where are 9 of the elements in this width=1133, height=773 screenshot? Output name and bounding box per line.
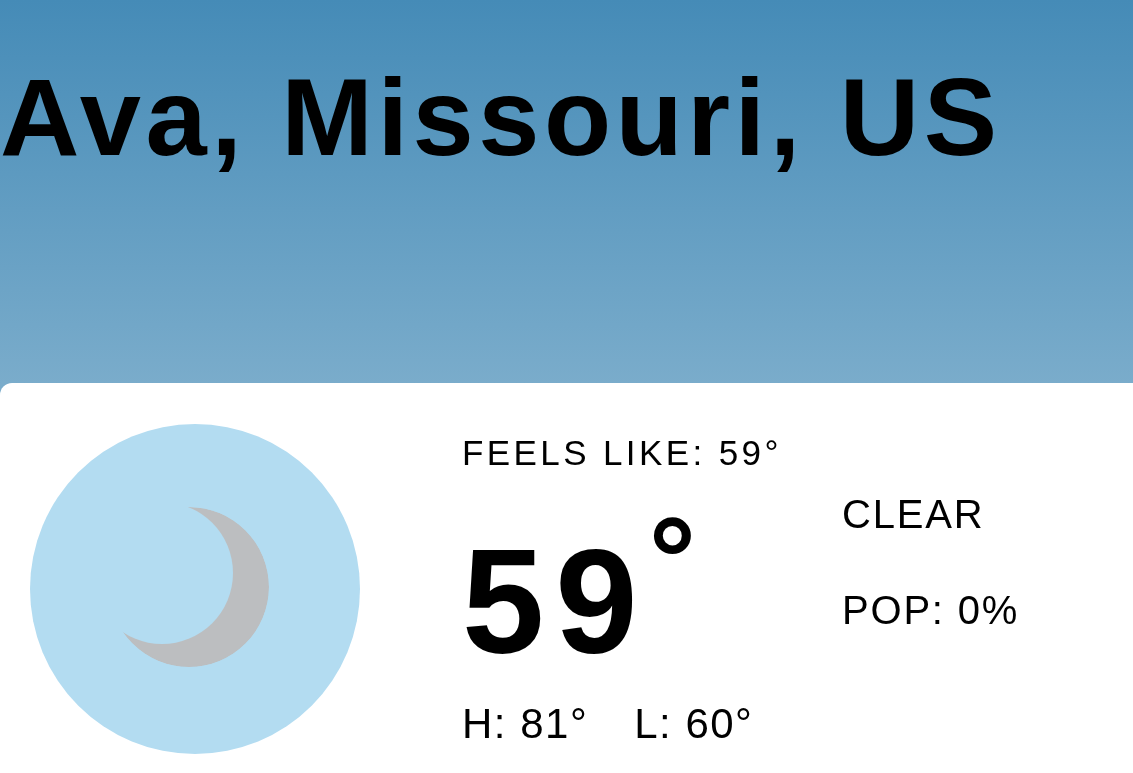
temperature-value: 59	[462, 528, 649, 676]
condition-text: CLEAR	[842, 491, 985, 537]
moon-icon	[30, 424, 360, 754]
feels-like-text: FEELS LIKE: 59°	[462, 433, 782, 473]
location-title: Ava, Missouri, US	[0, 62, 1002, 172]
low-temperature: L: 60°	[634, 700, 754, 748]
temperature-unit: °	[648, 504, 696, 614]
precipitation-text: POP: 0%	[842, 587, 1020, 633]
high-temperature: H: 81°	[462, 700, 589, 748]
